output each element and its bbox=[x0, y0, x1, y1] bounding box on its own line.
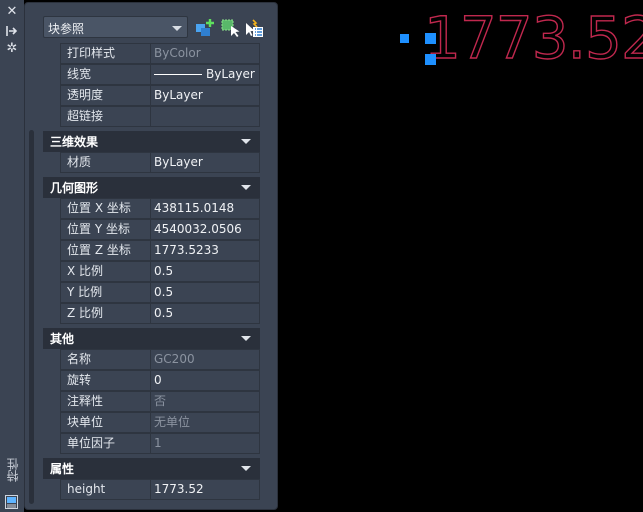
property-label: 超链接 bbox=[61, 107, 151, 126]
property-row-annotative[interactable]: 注释性 否 bbox=[60, 391, 260, 412]
lineweight-value: ByLayer bbox=[206, 67, 255, 81]
selection-type-value: 块参照 bbox=[48, 22, 85, 36]
quick-select-button[interactable] bbox=[244, 18, 264, 38]
property-value[interactable]: 438115.0148 bbox=[151, 199, 259, 218]
property-value[interactable]: 1773.5233 bbox=[151, 241, 259, 260]
selection-type-dropdown[interactable]: 块参照 bbox=[43, 16, 188, 38]
property-label: 位置 Y 坐标 bbox=[61, 220, 151, 239]
property-value: GC200 bbox=[154, 352, 195, 366]
property-row-height[interactable]: height 1773.52 bbox=[60, 479, 260, 500]
attribute-grip-bottom[interactable] bbox=[425, 54, 436, 65]
collapse-arrow-icon[interactable] bbox=[241, 139, 251, 144]
property-row-block-unit[interactable]: 块单位 无单位 bbox=[60, 412, 260, 433]
category-misc[interactable]: 其他 bbox=[43, 328, 260, 349]
collapse-arrow-icon[interactable] bbox=[241, 185, 251, 190]
select-objects-button[interactable] bbox=[220, 18, 240, 38]
property-label: 块单位 bbox=[61, 413, 151, 432]
property-label: X 比例 bbox=[61, 262, 151, 281]
property-row-name[interactable]: 名称 GC200 bbox=[60, 349, 260, 370]
property-row-plotstyle[interactable]: 打印样式 ByColor bbox=[60, 43, 260, 64]
category-3d-effects[interactable]: 三维效果 bbox=[43, 131, 260, 152]
category-geometry[interactable]: 几何图形 bbox=[43, 177, 260, 198]
property-row-transparency[interactable]: 透明度 ByLayer bbox=[60, 85, 260, 106]
category-title: 三维效果 bbox=[50, 135, 99, 149]
property-row-hyperlink[interactable]: 超链接 bbox=[60, 106, 260, 127]
property-value[interactable]: ByLayer bbox=[151, 86, 259, 105]
property-row-position-y[interactable]: 位置 Y 坐标 4540032.0506 bbox=[60, 219, 260, 240]
collapse-arrow-icon[interactable] bbox=[241, 336, 251, 341]
property-label: 注释性 bbox=[61, 392, 151, 411]
property-row-scale-z[interactable]: Z 比例 0.5 bbox=[60, 303, 260, 324]
scrollbar[interactable] bbox=[29, 130, 34, 504]
drawing-attribute-text[interactable]: 1773.52 bbox=[423, 2, 643, 74]
palette-title: 特性 bbox=[6, 458, 20, 482]
property-value: ByColor bbox=[154, 46, 201, 60]
select-objects-icon bbox=[221, 19, 240, 37]
property-label: Z 比例 bbox=[61, 304, 151, 323]
property-row-lineweight[interactable]: 线宽 ByLayer bbox=[60, 64, 260, 85]
category-attributes[interactable]: 属性 bbox=[43, 458, 260, 479]
palette-side-strip: ✕ ✲ 特性 bbox=[0, 0, 24, 512]
toggle-pickadd-icon bbox=[196, 19, 214, 36]
property-value[interactable]: 4540032.0506 bbox=[151, 220, 259, 239]
property-label: 名称 bbox=[61, 350, 151, 369]
property-label: height bbox=[61, 480, 151, 499]
property-label: 单位因子 bbox=[61, 434, 151, 453]
property-value[interactable]: 0 bbox=[151, 371, 259, 390]
quick-select-icon bbox=[246, 19, 263, 37]
insertion-grip[interactable] bbox=[400, 34, 409, 43]
property-label: 位置 X 坐标 bbox=[61, 199, 151, 218]
settings-icon[interactable]: ✲ bbox=[5, 42, 19, 56]
property-value[interactable]: ByLayer bbox=[151, 153, 259, 172]
property-row-material[interactable]: 材质 ByLayer bbox=[60, 152, 260, 173]
property-label: 透明度 bbox=[61, 86, 151, 105]
property-row-scale-y[interactable]: Y 比例 0.5 bbox=[60, 282, 260, 303]
category-title: 其他 bbox=[50, 332, 75, 346]
property-label: 位置 Z 坐标 bbox=[61, 241, 151, 260]
property-value[interactable]: 0.5 bbox=[151, 283, 259, 302]
property-row-position-z[interactable]: 位置 Z 坐标 1773.5233 bbox=[60, 240, 260, 261]
property-label: 材质 bbox=[61, 153, 151, 172]
attribute-grip-top[interactable] bbox=[425, 33, 436, 44]
property-row-position-x[interactable]: 位置 X 坐标 438115.0148 bbox=[60, 198, 260, 219]
category-title: 属性 bbox=[50, 462, 75, 476]
property-value: 无单位 bbox=[154, 415, 191, 429]
chevron-down-icon bbox=[172, 26, 182, 31]
properties-panel-icon bbox=[5, 495, 18, 509]
toggle-pickadd-button[interactable] bbox=[195, 18, 215, 38]
property-label: Y 比例 bbox=[61, 283, 151, 302]
category-title: 几何图形 bbox=[50, 181, 99, 195]
auto-hide-icon[interactable] bbox=[5, 24, 19, 38]
property-row-unit-factor[interactable]: 单位因子 1 bbox=[60, 433, 260, 454]
collapse-arrow-icon[interactable] bbox=[241, 466, 251, 471]
property-value[interactable] bbox=[151, 107, 259, 126]
property-row-scale-x[interactable]: X 比例 0.5 bbox=[60, 261, 260, 282]
property-value[interactable]: 0.5 bbox=[151, 304, 259, 323]
close-icon[interactable]: ✕ bbox=[5, 5, 19, 19]
property-label: 打印样式 bbox=[61, 44, 151, 63]
property-value: 1 bbox=[154, 436, 162, 450]
property-value: ByLayer bbox=[151, 65, 259, 84]
property-value[interactable]: 0.5 bbox=[151, 262, 259, 281]
property-label: 旋转 bbox=[61, 371, 151, 390]
property-row-rotation[interactable]: 旋转 0 bbox=[60, 370, 260, 391]
property-label: 线宽 bbox=[61, 65, 151, 84]
property-value: 否 bbox=[154, 394, 167, 408]
lineweight-swatch bbox=[154, 74, 202, 75]
property-value[interactable]: 1773.52 bbox=[151, 480, 259, 499]
